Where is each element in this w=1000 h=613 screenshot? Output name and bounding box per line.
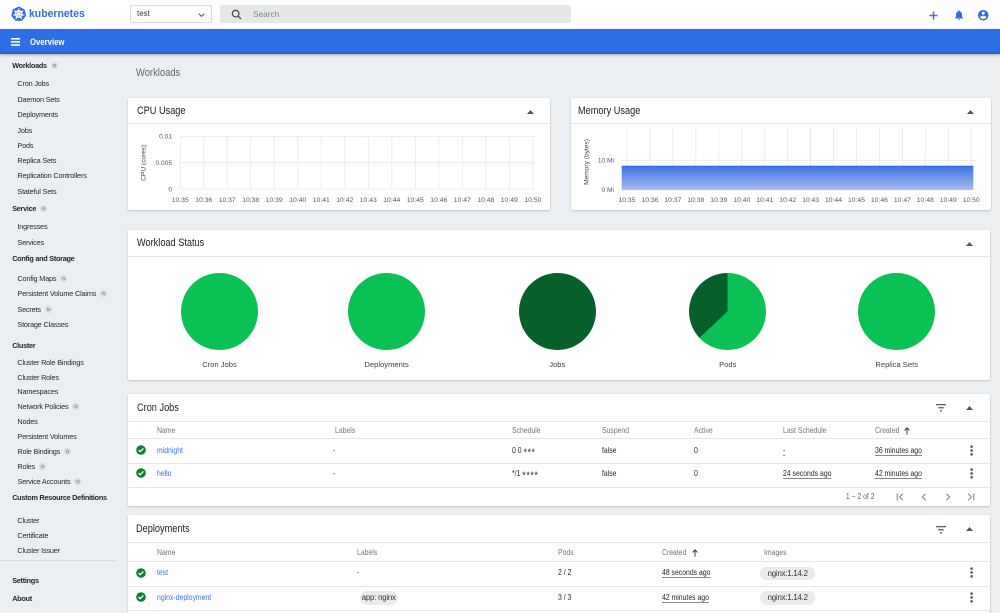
svg-text:CPU (cores): CPU (cores) (141, 145, 148, 181)
svg-text:10:40: 10:40 (289, 197, 306, 204)
svg-text:10:48: 10:48 (916, 197, 933, 204)
svg-text:10:49: 10:49 (501, 197, 518, 204)
svg-text:10:45: 10:45 (407, 197, 424, 204)
svg-text:10:39: 10:39 (266, 197, 283, 204)
svg-text:10 Mi: 10 Mi (597, 158, 614, 165)
svg-text:10:47: 10:47 (893, 197, 910, 204)
svg-text:10:46: 10:46 (870, 197, 887, 204)
svg-text:10:42: 10:42 (336, 197, 353, 204)
svg-text:10:37: 10:37 (664, 197, 681, 204)
svg-text:10:46: 10:46 (430, 197, 447, 204)
svg-text:10:37: 10:37 (219, 197, 236, 204)
svg-text:0: 0 (168, 186, 172, 193)
svg-text:10:50: 10:50 (524, 197, 541, 204)
svg-text:10:35: 10:35 (172, 197, 189, 204)
svg-text:10:47: 10:47 (454, 197, 471, 204)
svg-text:10:35: 10:35 (618, 197, 635, 204)
svg-text:10:50: 10:50 (962, 197, 979, 204)
svg-text:10:42: 10:42 (779, 197, 796, 204)
svg-text:0.01: 0.01 (159, 134, 172, 141)
svg-text:10:38: 10:38 (687, 197, 704, 204)
svg-text:10:40: 10:40 (733, 197, 750, 204)
svg-text:10:44: 10:44 (824, 197, 841, 204)
svg-text:10:38: 10:38 (242, 197, 259, 204)
svg-text:10:44: 10:44 (383, 197, 400, 204)
svg-text:10:36: 10:36 (641, 197, 658, 204)
svg-text:10:45: 10:45 (847, 197, 864, 204)
svg-text:10:43: 10:43 (802, 197, 819, 204)
svg-text:10:41: 10:41 (756, 197, 773, 204)
svg-text:10:39: 10:39 (710, 197, 727, 204)
svg-text:10:49: 10:49 (939, 197, 956, 204)
svg-text:10:36: 10:36 (195, 197, 212, 204)
svg-text:10:43: 10:43 (360, 197, 377, 204)
svg-text:Memory (bytes): Memory (bytes) (583, 139, 590, 185)
svg-text:0.005: 0.005 (155, 160, 172, 167)
svg-text:10:48: 10:48 (477, 197, 494, 204)
svg-text:0 Mi: 0 Mi (601, 187, 614, 194)
svg-text:10:41: 10:41 (313, 197, 330, 204)
